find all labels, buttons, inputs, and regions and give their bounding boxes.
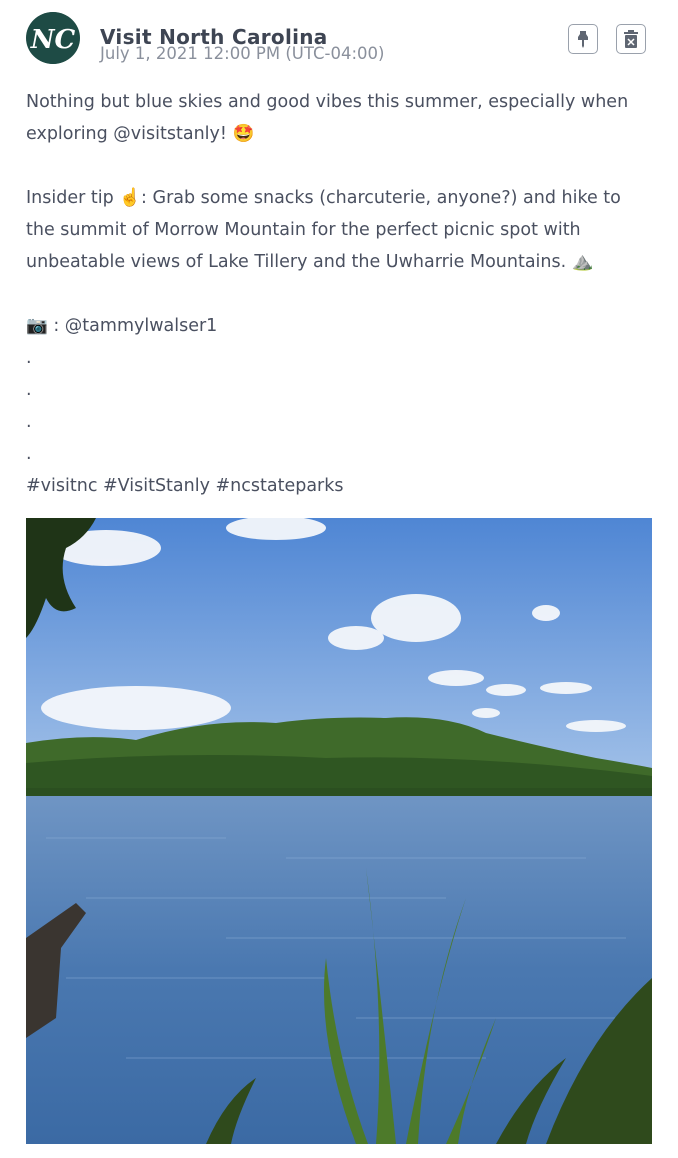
caption-line: the summit of Morrow Mountain for the pe…	[26, 220, 581, 240]
caption-line: .	[26, 348, 32, 368]
pin-button[interactable]	[568, 24, 598, 54]
pin-icon	[578, 31, 588, 48]
post-header: NC Visit North Carolina July 1, 2021 12:…	[26, 12, 652, 68]
caption-hashtags[interactable]: #visitnc #VisitStanly #ncstateparks	[26, 470, 652, 502]
caption-line	[26, 150, 652, 182]
caption-line	[26, 278, 652, 310]
post-caption: Nothing but blue skies and good vibes th…	[26, 86, 652, 502]
lake-photo-image	[26, 518, 652, 1144]
caption-line: Nothing but blue skies and good vibes th…	[26, 92, 629, 112]
avatar[interactable]: NC	[26, 12, 80, 64]
caption-line: unbeatable views of Lake Tillery and the…	[26, 252, 594, 272]
caption-line: Insider tip ☝️: Grab some snacks (charcu…	[26, 188, 621, 208]
caption-line: .	[26, 380, 32, 400]
caption-line: 📷 : @tammylwalser1	[26, 316, 218, 336]
post-photo[interactable]	[26, 518, 652, 1144]
post-timestamp: July 1, 2021 12:00 PM (UTC-04:00)	[100, 44, 385, 63]
caption-line: .	[26, 412, 32, 432]
caption-line: exploring @visitstanly! 🤩	[26, 124, 255, 144]
caption-line: .	[26, 444, 32, 464]
avatar-text: NC	[30, 25, 76, 55]
trash-icon	[624, 30, 638, 48]
delete-button[interactable]	[616, 24, 646, 54]
